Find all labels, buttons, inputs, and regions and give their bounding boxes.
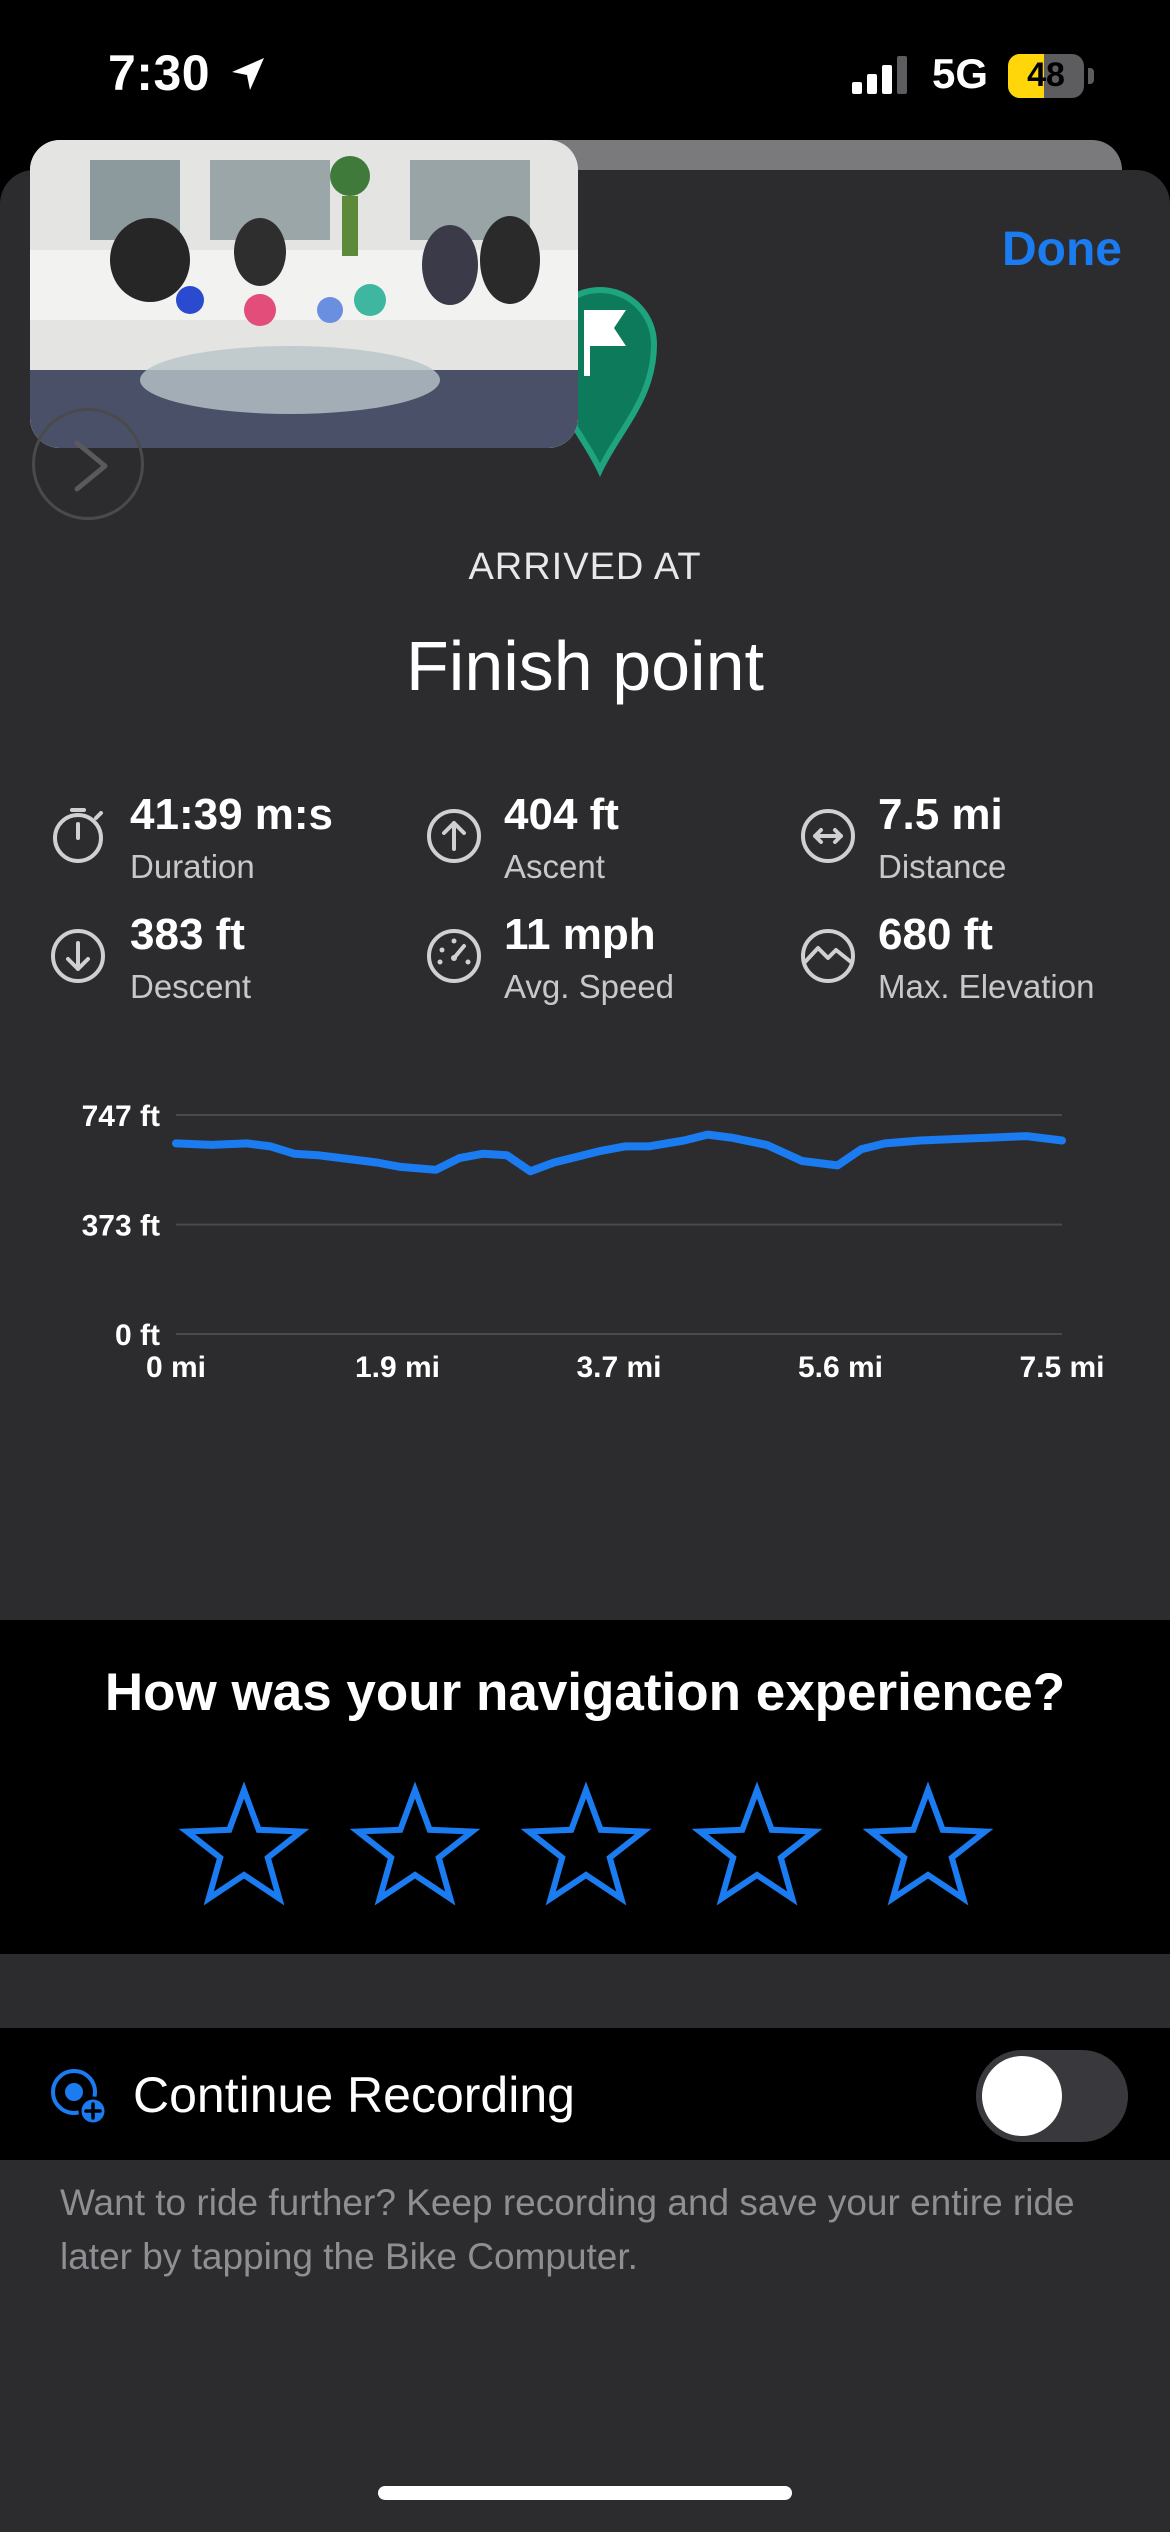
record-plus-icon [51, 2069, 108, 2126]
x-tick-label: 3.7 mi [576, 1351, 661, 1384]
stopwatch-icon [53, 808, 103, 863]
stat-descent: 383 ft Descent [50, 910, 390, 1020]
star-icon [520, 1781, 652, 1906]
picture-in-picture-video[interactable] [30, 140, 578, 448]
stat-max-elevation: 680 ft Max. Elevation [798, 910, 1138, 1020]
rating-section: How was your navigation experience? [0, 1620, 1170, 1954]
continue-recording-row: Continue Recording [0, 2028, 1170, 2160]
x-tick-label: 1.9 mi [355, 1351, 440, 1384]
arrival-caption: ARRIVED AT [468, 546, 702, 588]
stat-ascent: 404 ft Ascent [424, 790, 764, 900]
continue-recording-toggle[interactable] [976, 2050, 1128, 2142]
home-indicator [378, 2486, 792, 2500]
arrows-left-right-circle-icon [801, 809, 855, 863]
stat-value: 7.5 mi [878, 790, 1003, 839]
footer-area: Want to ride further? Keep recording and… [0, 2160, 1170, 2532]
star-4-button[interactable] [691, 1780, 823, 1912]
continue-recording-label: Continue Recording [133, 2067, 575, 2123]
battery-level: 48 [1027, 56, 1065, 94]
stat-label: Duration [130, 848, 255, 885]
y-tick-label: 373 ft [82, 1210, 160, 1243]
network-type: 5G [932, 50, 989, 97]
star-1-button[interactable] [178, 1780, 310, 1912]
stat-value: 11 mph [504, 910, 656, 959]
elevation-line [172, 1130, 1066, 1176]
y-tick-label: 0 ft [115, 1319, 160, 1352]
arrow-down-circle-icon [51, 929, 105, 983]
stat-label: Distance [878, 848, 1007, 885]
star-icon [349, 1781, 481, 1906]
star-3-button[interactable] [520, 1780, 652, 1912]
stat-duration: 41:39 m:s Duration [50, 790, 390, 900]
mountain-circle-icon [801, 929, 855, 983]
expand-button[interactable] [32, 408, 144, 520]
speedometer-icon [427, 929, 481, 983]
stat-value: 383 ft [130, 910, 245, 959]
chevron-right-icon [74, 440, 108, 492]
location-arrow-icon [228, 54, 268, 99]
arrow-up-circle-icon [427, 809, 481, 863]
star-icon [862, 1781, 994, 1906]
x-tick-label: 7.5 mi [1019, 1351, 1104, 1384]
stat-label: Descent [130, 968, 252, 1005]
battery-tip [1088, 68, 1094, 84]
status-time: 7:30 [108, 45, 211, 101]
rating-question: How was your navigation experience? [104, 1663, 1066, 1722]
stat-avg-speed: 11 mph Avg. Speed [424, 910, 764, 1020]
stat-label: Max. Elevation [878, 968, 1095, 1005]
destination-name: Finish point [406, 627, 764, 705]
star-icon [178, 1781, 310, 1906]
stat-value: 404 ft [504, 790, 619, 839]
cellular-signal-icon [852, 56, 914, 101]
x-tick-label: 0 mi [146, 1351, 206, 1384]
y-tick-label: 747 ft [82, 1100, 160, 1133]
toggle-knob [982, 2056, 1062, 2136]
stat-label: Ascent [504, 848, 605, 885]
stat-distance: 7.5 mi Distance [798, 790, 1138, 900]
done-button[interactable]: Done [1002, 222, 1122, 277]
stat-value: 680 ft [878, 910, 993, 959]
section-spacer [0, 1954, 1170, 2028]
stat-value: 41:39 m:s [130, 790, 334, 839]
star-5-button[interactable] [862, 1780, 994, 1912]
star-2-button[interactable] [349, 1780, 481, 1912]
star-rating [178, 1780, 998, 1920]
x-tick-label: 5.6 mi [798, 1351, 883, 1384]
elevation-chart: 747 ft 373 ft 0 ft0 mi 1.9 mi 3.7 mi 5.6 mi 7.… [82, 1100, 1105, 1384]
star-icon [691, 1781, 823, 1906]
stat-label: Avg. Speed [504, 968, 675, 1005]
status-bar: 7:30 5G 48 [0, 0, 1170, 150]
battery-icon: 48 [1008, 54, 1084, 98]
continue-recording-note: Want to ride further? Keep recording and… [60, 2182, 1075, 2277]
